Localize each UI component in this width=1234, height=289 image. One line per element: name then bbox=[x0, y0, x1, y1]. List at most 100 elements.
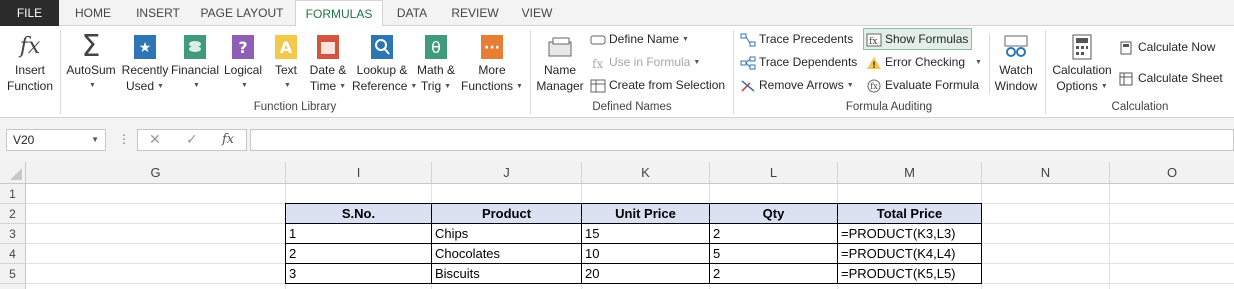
column-header-n[interactable]: N bbox=[982, 162, 1110, 184]
name-manager-label-2: Manager bbox=[536, 79, 584, 93]
tab-formulas[interactable]: FORMULAS bbox=[295, 0, 383, 27]
tag-icon bbox=[590, 33, 606, 47]
table-cell[interactable]: 10 bbox=[582, 244, 710, 264]
table-header-cell[interactable]: Total Price bbox=[838, 204, 982, 224]
cancel-icon[interactable]: ✕ bbox=[149, 131, 161, 148]
column-header-m[interactable]: M bbox=[838, 162, 982, 184]
text-book-icon: A bbox=[268, 32, 304, 62]
row-header-3[interactable]: 3 bbox=[0, 224, 26, 244]
error-checking-label: Error Checking bbox=[885, 55, 966, 69]
calculate-sheet-button[interactable]: Calculate Sheet bbox=[1119, 69, 1223, 87]
name-manager-icon bbox=[534, 32, 586, 62]
tab-insert[interactable]: INSERT bbox=[128, 0, 188, 26]
column-header-i[interactable]: I bbox=[286, 162, 432, 184]
lookup-reference-label-2: Reference ▼ bbox=[352, 79, 418, 93]
remove-arrows-button[interactable]: Remove Arrows ▼ bbox=[740, 76, 854, 95]
error-checking-button[interactable]: ! Error Checking ▼ bbox=[866, 53, 982, 72]
more-functions-button[interactable]: ··· More Functions ▼ bbox=[460, 32, 524, 95]
name-box-dropdown-icon[interactable]: ▼ bbox=[91, 130, 99, 150]
table-cell[interactable]: 1 bbox=[286, 224, 432, 244]
svg-text:!: ! bbox=[872, 61, 876, 70]
insert-function-button[interactable]: fx Insert Function bbox=[2, 32, 58, 94]
tab-view[interactable]: VIEW bbox=[512, 0, 562, 26]
use-in-formula-button[interactable]: fx Use in Formula ▼ bbox=[590, 53, 700, 72]
column-header-k[interactable]: K bbox=[582, 162, 710, 184]
table-cell[interactable]: 15 bbox=[582, 224, 710, 244]
logical-button[interactable]: ? Logical ▼ bbox=[220, 32, 266, 94]
text-button[interactable]: A Text ▼ bbox=[268, 32, 304, 94]
math-trig-button[interactable]: θ Math & Trig ▼ bbox=[412, 32, 460, 95]
fx-icon: fx bbox=[19, 34, 41, 59]
svg-text:···: ··· bbox=[484, 40, 500, 56]
logical-dropdown-icon: ▼ bbox=[241, 82, 248, 89]
math-trig-label-2: Trig ▼ bbox=[420, 79, 452, 93]
table-header-cell[interactable]: Qty bbox=[710, 204, 838, 224]
tab-file[interactable]: FILE bbox=[0, 0, 59, 26]
calculate-sheet-label: Calculate Sheet bbox=[1138, 71, 1223, 85]
column-header-j[interactable]: J bbox=[432, 162, 582, 184]
define-name-button[interactable]: Define Name ▼ bbox=[590, 30, 689, 49]
svg-text:fx: fx bbox=[870, 82, 878, 91]
theta-book-icon: θ bbox=[412, 32, 460, 62]
formula-bar-grip-icon[interactable]: ⋮ bbox=[118, 131, 130, 147]
autosum-button[interactable]: Σ AutoSum ▼ bbox=[64, 32, 118, 94]
column-header-o[interactable]: O bbox=[1110, 162, 1234, 184]
svg-text:fx: fx bbox=[869, 37, 877, 47]
formula-auditing-group-label: Formula Auditing bbox=[845, 101, 933, 113]
create-from-selection-button[interactable]: Create from Selection bbox=[590, 76, 725, 94]
lookup-reference-button[interactable]: Lookup & Reference ▼ bbox=[352, 32, 418, 95]
name-manager-button[interactable]: Name Manager bbox=[534, 32, 586, 94]
table-cell[interactable]: Biscuits bbox=[432, 264, 582, 284]
evaluate-formula-button[interactable]: fx Evaluate Formula bbox=[866, 76, 979, 94]
table-formula-cell[interactable]: =PRODUCT(K3,L3) bbox=[838, 224, 982, 244]
table-cell[interactable]: 3 bbox=[286, 264, 432, 284]
calculation-options-label-1: Calculation bbox=[1052, 63, 1112, 77]
row-header-5[interactable]: 5 bbox=[0, 264, 26, 284]
column-header-l[interactable]: L bbox=[710, 162, 838, 184]
formula-input[interactable] bbox=[250, 129, 1234, 151]
show-formulas-button[interactable]: fx Show Formulas bbox=[863, 28, 973, 50]
enter-check-icon[interactable]: ✓ bbox=[186, 131, 198, 148]
row-header-2[interactable]: 2 bbox=[0, 204, 26, 224]
svg-text:?: ? bbox=[238, 38, 247, 57]
tab-data[interactable]: DATA bbox=[388, 0, 436, 26]
trace-precedents-button[interactable]: Trace Precedents bbox=[740, 30, 853, 48]
column-header-g[interactable]: G bbox=[26, 162, 286, 184]
more-functions-label-2: Functions ▼ bbox=[461, 79, 523, 93]
name-box[interactable]: V20 ▼ bbox=[6, 129, 106, 151]
remove-arrows-dropdown-icon: ▼ bbox=[846, 81, 854, 89]
define-name-dropdown-icon: ▼ bbox=[682, 35, 689, 43]
insert-function-fx-icon[interactable]: fx bbox=[222, 132, 234, 147]
table-cell[interactable]: 20 bbox=[582, 264, 710, 284]
trace-dependents-button[interactable]: Trace Dependents bbox=[740, 53, 857, 71]
table-cell[interactable]: 2 bbox=[710, 264, 838, 284]
tab-home[interactable]: HOME bbox=[64, 0, 122, 26]
date-time-button[interactable]: Date & Time ▼ bbox=[304, 32, 352, 95]
calculate-now-button[interactable]: Calculate Now bbox=[1119, 38, 1215, 56]
recently-used-button[interactable]: ★ Recently Used ▼ bbox=[120, 32, 170, 95]
tab-page-layout[interactable]: PAGE LAYOUT bbox=[193, 0, 291, 26]
table-cell[interactable]: Chocolates bbox=[432, 244, 582, 264]
watch-window-button[interactable]: Watch Window bbox=[991, 32, 1041, 94]
row-header-6[interactable] bbox=[0, 284, 26, 289]
recently-used-label-2: Used ▼ bbox=[126, 79, 164, 93]
table-header-cell[interactable]: S.No. bbox=[286, 204, 432, 224]
table-cell[interactable]: 5 bbox=[710, 244, 838, 264]
evaluate-formula-label: Evaluate Formula bbox=[885, 78, 980, 92]
row-header-4[interactable]: 4 bbox=[0, 244, 26, 264]
table-cell[interactable]: 2 bbox=[286, 244, 432, 264]
row-header-1[interactable]: 1 bbox=[0, 184, 26, 204]
calculation-options-button[interactable]: Calculation Options ▼ bbox=[1049, 32, 1115, 95]
table-header-cell[interactable]: Product bbox=[432, 204, 582, 224]
table-formula-cell[interactable]: =PRODUCT(K4,L4) bbox=[838, 244, 982, 264]
select-all-corner[interactable] bbox=[0, 162, 26, 184]
ribbon-separator bbox=[989, 34, 990, 94]
use-in-formula-label: Use in Formula bbox=[609, 55, 691, 69]
table-header-cell[interactable]: Unit Price bbox=[582, 204, 710, 224]
use-in-formula-dropdown-icon: ▼ bbox=[693, 58, 701, 66]
financial-button[interactable]: Financial ▼ bbox=[170, 32, 220, 94]
table-formula-cell[interactable]: =PRODUCT(K5,L5) bbox=[838, 264, 982, 284]
tab-review[interactable]: REVIEW bbox=[444, 0, 506, 26]
table-cell[interactable]: 2 bbox=[710, 224, 838, 244]
table-cell[interactable]: Chips bbox=[432, 224, 582, 244]
